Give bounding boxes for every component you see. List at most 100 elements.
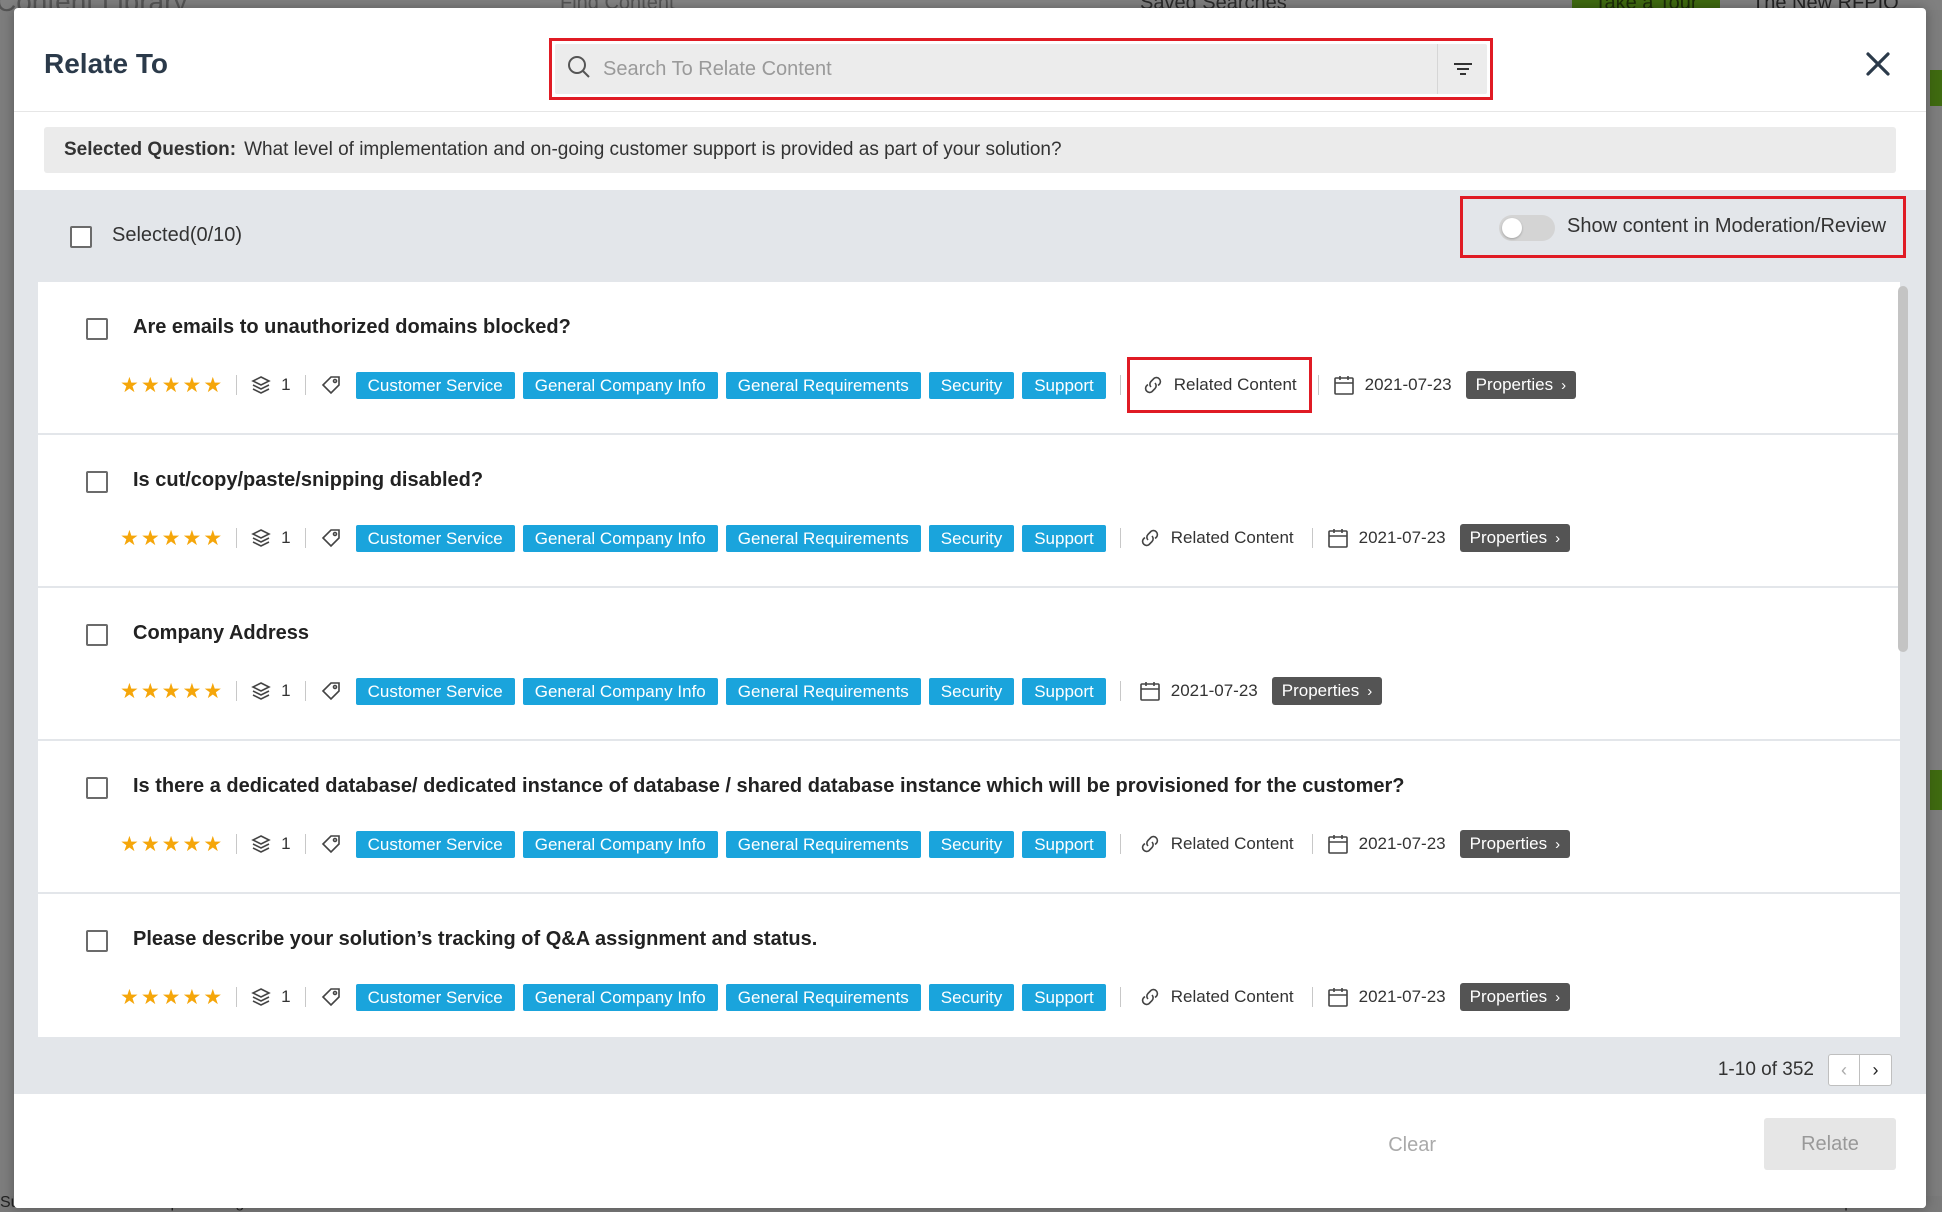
- star-icon: ★: [120, 373, 139, 397]
- star-icon: ★: [120, 985, 139, 1009]
- close-icon[interactable]: [1860, 46, 1896, 82]
- divider: [304, 528, 306, 548]
- next-page-button[interactable]: ›: [1860, 1054, 1892, 1086]
- list-item: Are emails to unauthorized domains block…: [38, 282, 1900, 435]
- item-title[interactable]: Are emails to unauthorized domains block…: [133, 316, 571, 339]
- item-title[interactable]: Is cut/copy/paste/snipping disabled?: [133, 469, 483, 492]
- tag-badge: General Company Info: [522, 524, 718, 552]
- star-icon: ★: [140, 526, 160, 550]
- item-title[interactable]: Company Address: [133, 622, 309, 645]
- tag-badge: Security: [928, 371, 1015, 399]
- version-count: 1: [251, 681, 291, 701]
- select-all-checkbox[interactable]: [70, 226, 92, 248]
- moderation-toggle-highlight-box: Show content in Moderation/Review: [1460, 196, 1906, 258]
- list-item: Is cut/copy/paste/snipping disabled? ★ ★ ★…: [38, 435, 1900, 588]
- scrollbar-thumb[interactable]: [1898, 286, 1908, 652]
- divider: [1119, 834, 1121, 854]
- tag-badge: Support: [1022, 830, 1106, 858]
- tag-badge: General Requirements: [725, 983, 921, 1011]
- calendar-icon: [1327, 529, 1348, 548]
- date-value: 2021-07-23: [1358, 528, 1446, 547]
- properties-label: Properties: [1469, 987, 1548, 1006]
- modal-footer: Clear Relate: [14, 1094, 1926, 1208]
- list-item: Is there a dedicated database/ dedicated…: [38, 741, 1900, 894]
- item-checkbox[interactable]: [86, 777, 108, 799]
- search-highlight-box: [549, 38, 1493, 100]
- tag-badge: Security: [928, 524, 1015, 552]
- date-value: 2021-07-23: [1170, 681, 1258, 700]
- chevron-right-icon: ›: [1555, 529, 1561, 547]
- properties-button[interactable]: Properties ›: [1459, 983, 1571, 1011]
- item-meta: ★ ★ ★ ★ ★ 1 Customer Service General Company…: [120, 523, 1571, 553]
- properties-button[interactable]: Properties ›: [1459, 830, 1571, 858]
- star-icon: ★: [140, 832, 160, 856]
- date-value: 2021-07-23: [1364, 375, 1452, 394]
- prev-page-button[interactable]: ‹: [1828, 1054, 1860, 1086]
- star-icon: ★: [161, 526, 181, 550]
- properties-button[interactable]: Properties ›: [1271, 677, 1383, 705]
- tag-icon: [321, 835, 340, 854]
- star-icon: ★: [140, 679, 160, 703]
- item-title[interactable]: Is there a dedicated database/ dedicated…: [133, 775, 1404, 798]
- selected-question-label: Selected Question:: [64, 139, 237, 160]
- background-side-accent: [1930, 70, 1942, 106]
- divider: [236, 681, 238, 701]
- selected-question-banner: Selected Question: What level of implemen…: [44, 127, 1896, 173]
- related-content-link[interactable]: Related Content: [1127, 816, 1306, 872]
- pagination: 1-10 of 352 ‹ ›: [1718, 1054, 1892, 1086]
- divider: [1119, 375, 1121, 395]
- properties-button[interactable]: Properties ›: [1465, 371, 1577, 399]
- layers-icon: [251, 529, 271, 547]
- properties-button[interactable]: Properties ›: [1459, 524, 1571, 552]
- list-scrollbar[interactable]: [1896, 284, 1908, 1032]
- item-meta: ★ ★ ★ ★ ★ 1 Customer Service General Company…: [120, 829, 1571, 859]
- filter-button[interactable]: [1437, 44, 1487, 94]
- star-icon: ★: [203, 679, 223, 703]
- star-icon: ★: [120, 679, 139, 703]
- divider: [304, 681, 306, 701]
- search-input[interactable]: [603, 44, 1435, 94]
- version-number: 1: [281, 987, 291, 1006]
- relate-button[interactable]: Relate: [1764, 1118, 1896, 1170]
- related-content-link[interactable]: Related Content: [1126, 357, 1312, 413]
- tag-badge: Customer Service: [355, 830, 515, 858]
- moderation-toggle[interactable]: [1499, 215, 1555, 241]
- chevron-right-icon: ›: [1367, 682, 1373, 700]
- results-toolbar: Selected(0/10) Show content in Moderatio…: [14, 190, 1926, 282]
- link-icon: [1141, 529, 1158, 547]
- item-checkbox[interactable]: [86, 471, 108, 493]
- related-content-link[interactable]: Related Content: [1127, 510, 1306, 566]
- star-icon: ★: [182, 373, 202, 397]
- search-icon: [568, 56, 590, 78]
- tag-badge: General Requirements: [725, 371, 921, 399]
- item-date: 2021-07-23: [1327, 833, 1446, 855]
- item-title[interactable]: Please describe your solution’s tracking…: [133, 928, 817, 951]
- date-value: 2021-07-23: [1358, 834, 1446, 853]
- divider: [1317, 375, 1319, 395]
- item-checkbox[interactable]: [86, 930, 108, 952]
- tag-badge: General Company Info: [522, 371, 718, 399]
- tag-icon: [321, 988, 340, 1007]
- search-box: [555, 44, 1487, 94]
- star-icon: ★: [161, 679, 181, 703]
- tag-badge: Customer Service: [355, 371, 515, 399]
- version-count: 1: [251, 834, 291, 854]
- clear-button[interactable]: Clear: [1388, 1134, 1436, 1157]
- star-icon: ★: [140, 373, 160, 397]
- tag-badge: General Requirements: [725, 677, 921, 705]
- tag-badge: General Company Info: [522, 677, 718, 705]
- item-date: 2021-07-23: [1327, 986, 1446, 1008]
- related-content-link[interactable]: Related Content: [1127, 969, 1306, 1025]
- properties-label: Properties: [1469, 834, 1548, 853]
- divider: [1119, 987, 1121, 1007]
- tag-badge: Customer Service: [355, 983, 515, 1011]
- star-icon: ★: [120, 526, 139, 550]
- moderation-toggle-label: Show content in Moderation/Review: [1567, 215, 1887, 237]
- star-rating: ★ ★ ★ ★ ★: [120, 679, 222, 704]
- item-checkbox[interactable]: [86, 318, 108, 340]
- star-icon: ★: [161, 832, 181, 856]
- relate-to-modal: Relate To Selected Question: What level o…: [14, 8, 1926, 1208]
- divider: [304, 375, 306, 395]
- item-checkbox[interactable]: [86, 624, 108, 646]
- selected-count: Selected(0/10): [112, 224, 243, 246]
